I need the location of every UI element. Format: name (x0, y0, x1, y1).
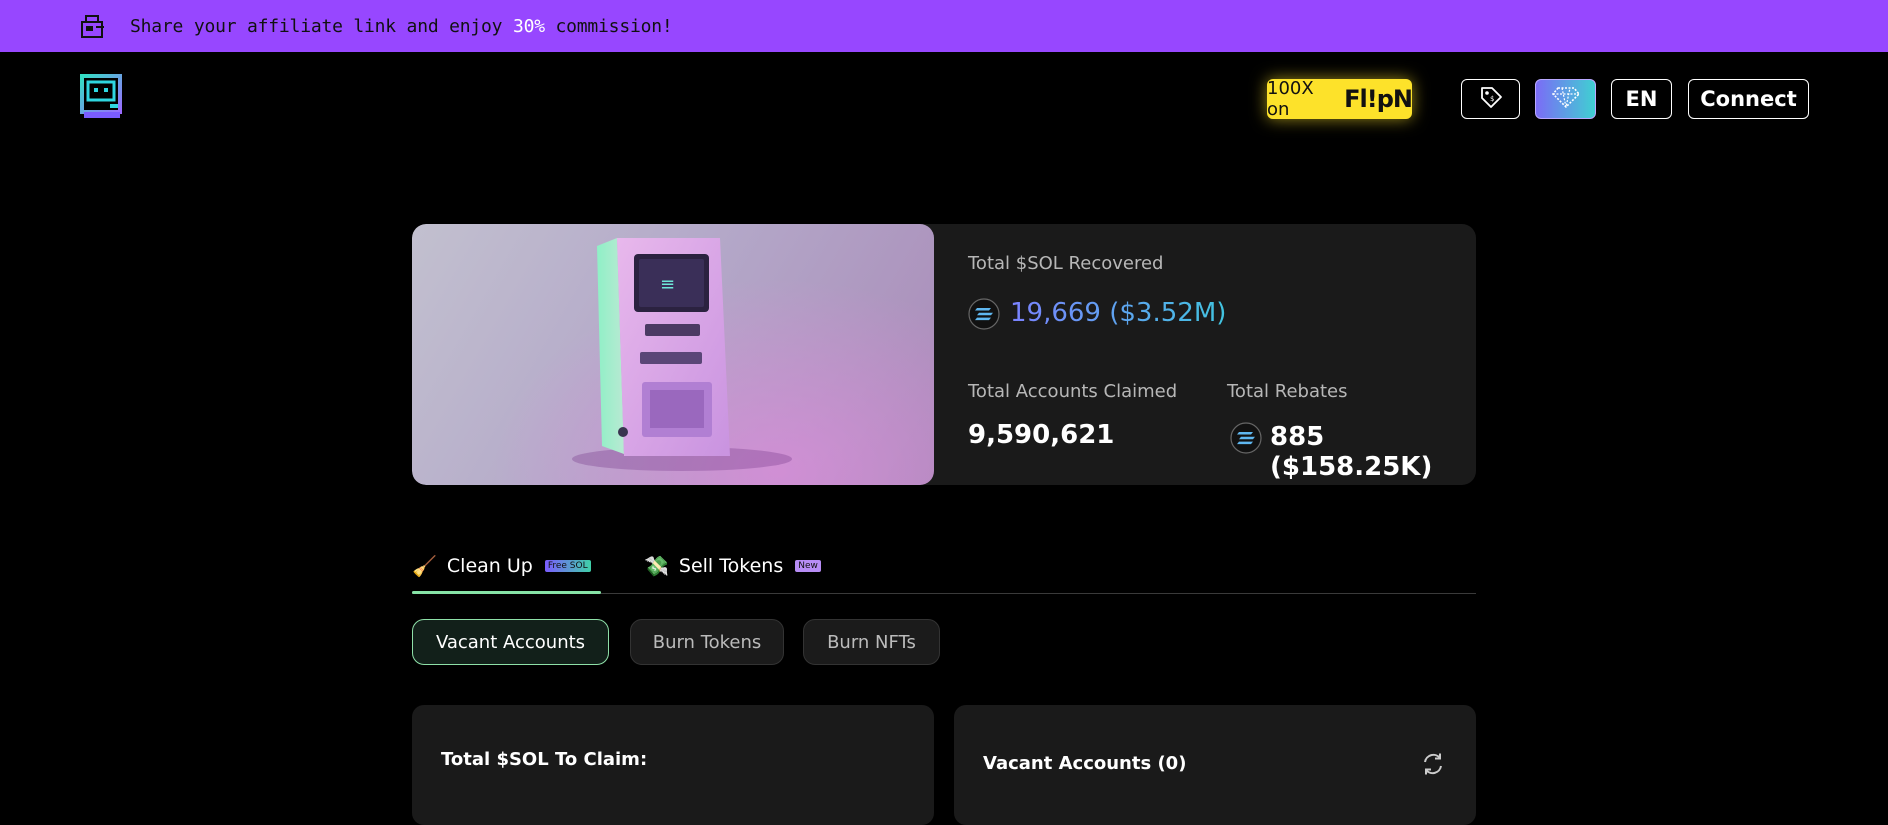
broom-icon: 🧹 (412, 554, 437, 578)
diamond-button[interactable] (1535, 79, 1596, 119)
flip-logo: Fl!pN (1344, 85, 1413, 113)
vacant-accounts-title: Vacant Accounts (0) (983, 753, 1187, 774)
banner-text: Share your affiliate link and enjoy 30% … (130, 15, 673, 37)
accounts-label: Total Accounts Claimed (968, 381, 1178, 402)
active-tab-indicator (412, 591, 601, 594)
connect-wallet-button[interactable]: Connect (1688, 79, 1809, 119)
recovered-value: 19,669 ($3.52M) (1010, 298, 1227, 328)
rebates-label: Total Rebates (1227, 381, 1348, 402)
price-tag-icon: $ (1478, 84, 1504, 114)
flip-promo-button[interactable]: 100X on Fl!pN (1267, 78, 1413, 120)
language-button[interactable]: EN (1611, 79, 1672, 119)
tab-clean-up[interactable]: 🧹 Clean Up Free SOL (412, 546, 591, 586)
subtab-burn-nfts[interactable]: Burn NFTs (803, 619, 940, 665)
sol-coin-icon (1230, 422, 1262, 454)
refresh-icon[interactable] (1420, 751, 1446, 777)
recovered-label: Total $SOL Recovered (968, 253, 1164, 274)
stats-panel: ≡ Total $SOL Recovered 19,669 ($3.52M) T… (412, 224, 1476, 485)
accounts-value: 9,590,621 (968, 420, 1115, 450)
diamond-icon (1551, 85, 1580, 113)
arcade-logo[interactable] (78, 72, 128, 122)
subtab-burn-tokens[interactable]: Burn Tokens (630, 619, 784, 665)
claim-card: Total $SOL To Claim: (412, 705, 934, 825)
price-tag-button[interactable]: $ (1461, 79, 1520, 119)
commission-highlight: 30% (512, 15, 545, 37)
main-tabs: 🧹 Clean Up Free SOL 💸 Sell Tokens New (412, 538, 1476, 594)
free-sol-badge: Free SOL (544, 560, 591, 572)
new-badge: New (795, 560, 821, 572)
share-box-icon (79, 12, 107, 40)
tab-sell-tokens[interactable]: 💸 Sell Tokens New (644, 546, 821, 586)
svg-text:$: $ (1490, 95, 1494, 103)
claim-title: Total $SOL To Claim: (441, 749, 648, 770)
rebates-value: 885 ($158.25K) (1270, 422, 1433, 482)
svg-text:≡: ≡ (660, 274, 675, 295)
vacant-accounts-card: Vacant Accounts (0) (954, 705, 1476, 825)
subtab-vacant-accounts[interactable]: Vacant Accounts (412, 619, 609, 665)
money-icon: 💸 (644, 554, 669, 578)
affiliate-banner[interactable]: Share your affiliate link and enjoy 30% … (0, 0, 1888, 52)
sol-coin-icon (968, 298, 1000, 330)
atm-hero-image: ≡ (412, 224, 934, 485)
